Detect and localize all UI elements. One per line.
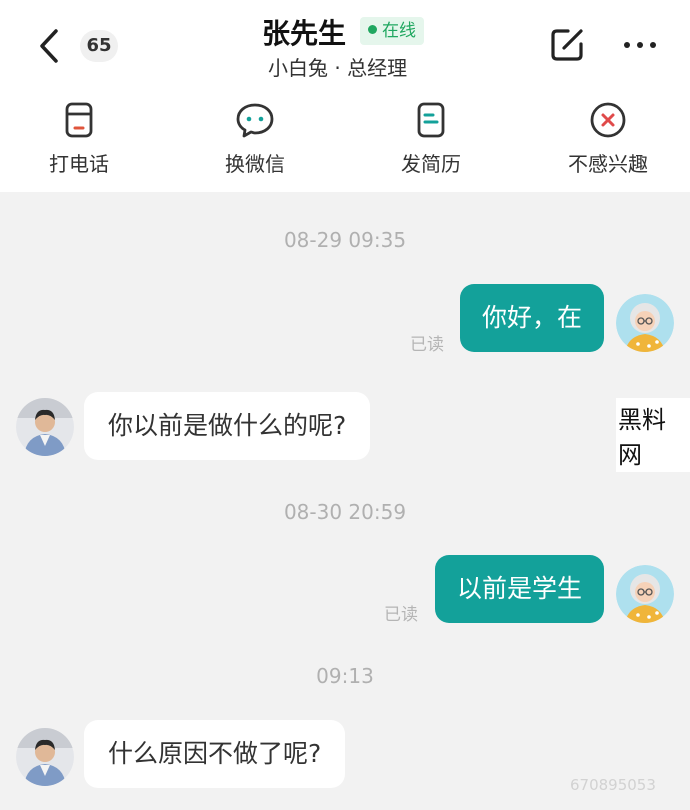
resume-icon bbox=[417, 102, 445, 138]
chat-timestamp: 09:13 bbox=[316, 664, 374, 688]
contact-name: 张先生 bbox=[262, 17, 347, 50]
contact-avatar[interactable] bbox=[16, 398, 74, 456]
action-send-resume-label: 发简历 bbox=[401, 152, 461, 176]
site-watermark: 黑料网 bbox=[616, 398, 690, 472]
contact-avatar[interactable] bbox=[16, 728, 74, 786]
online-dot-icon bbox=[368, 24, 377, 34]
watermark-id: 670895053 bbox=[570, 776, 656, 794]
contact-subtitle: 小白兔 · 总经理 bbox=[268, 56, 408, 80]
not-interested-icon bbox=[590, 102, 626, 138]
chat-header: 65 张先生 在线 小白兔 · 总经理 打电话 换微信 发简历 不感兴趣 bbox=[0, 0, 690, 192]
online-status-badge: 在线 bbox=[360, 17, 424, 45]
chat-timestamp: 08-30 20:59 bbox=[283, 500, 407, 524]
phone-icon bbox=[65, 102, 93, 138]
action-exchange-wechat[interactable]: 换微信 bbox=[195, 100, 315, 180]
action-not-interested[interactable]: 不感兴趣 bbox=[548, 100, 668, 180]
chat-timestamp: 08-29 09:35 bbox=[283, 228, 407, 252]
read-status: 已读 bbox=[384, 605, 418, 625]
user-avatar[interactable] bbox=[616, 565, 674, 623]
incoming-message-bubble[interactable]: 什么原因不做了呢? bbox=[84, 720, 346, 788]
online-status-label: 在线 bbox=[382, 21, 416, 41]
incoming-message-bubble[interactable]: 你以前是做什么的呢? bbox=[84, 392, 371, 460]
action-call[interactable]: 打电话 bbox=[19, 100, 139, 180]
outgoing-message-bubble[interactable]: 以前是学生 bbox=[434, 555, 604, 623]
action-exchange-wechat-label: 换微信 bbox=[225, 152, 285, 176]
read-status: 已读 bbox=[410, 335, 444, 355]
action-call-label: 打电话 bbox=[49, 152, 109, 176]
user-avatar[interactable] bbox=[616, 294, 674, 352]
action-not-interested-label: 不感兴趣 bbox=[568, 152, 648, 176]
wechat-icon bbox=[236, 103, 274, 138]
edit-icon[interactable] bbox=[548, 26, 586, 64]
action-send-resume[interactable]: 发简历 bbox=[371, 100, 491, 180]
outgoing-message-bubble[interactable]: 你好，在 bbox=[459, 284, 604, 352]
back-arrow-icon[interactable] bbox=[34, 28, 64, 64]
more-options-icon[interactable] bbox=[620, 36, 660, 54]
unread-count-badge[interactable]: 65 bbox=[80, 30, 118, 62]
